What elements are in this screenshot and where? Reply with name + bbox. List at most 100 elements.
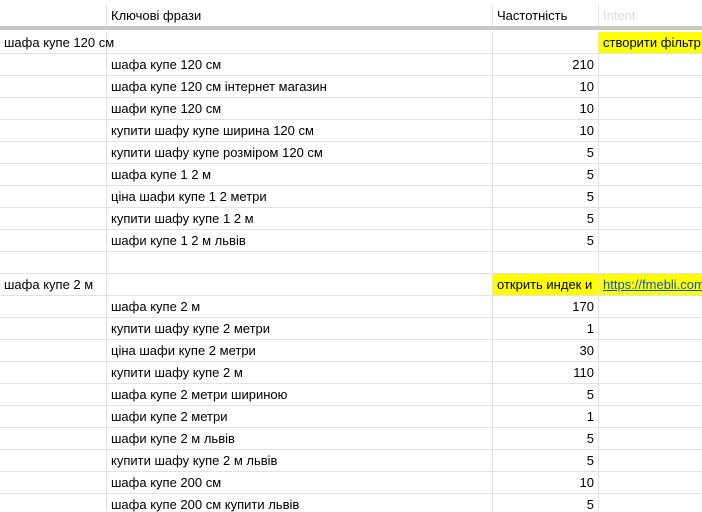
group-label-cell[interactable]: шафа купе 120 см (0, 32, 114, 54)
empty-cell[interactable] (599, 318, 702, 340)
keyword-cell[interactable]: купити шафу купе 2 м львів (107, 450, 493, 472)
empty-cell[interactable] (599, 362, 702, 384)
frequency-cell[interactable]: 1 (493, 318, 599, 340)
empty-cell[interactable] (599, 384, 702, 406)
frequency-cell[interactable]: 170 (493, 296, 599, 318)
header-cell-a[interactable] (0, 5, 107, 27)
empty-cell[interactable] (0, 120, 107, 142)
frequency-cell[interactable]: 5 (493, 494, 599, 512)
keyword-cell[interactable]: шафи купе 1 2 м львів (107, 230, 493, 252)
empty-cell[interactable] (0, 494, 107, 512)
empty-cell[interactable] (599, 406, 702, 428)
keyword-cell[interactable]: шафа купе 120 см (107, 54, 493, 76)
keyword-cell[interactable]: шафа купе 1 2 м (107, 164, 493, 186)
empty-cell[interactable] (599, 142, 702, 164)
empty-cell[interactable] (107, 274, 493, 296)
url-link[interactable]: https://fmebli.com (603, 277, 702, 292)
frequency-cell[interactable]: 5 (493, 428, 599, 450)
frequency-cell[interactable]: 10 (493, 472, 599, 494)
frequency-cell[interactable]: 10 (493, 120, 599, 142)
frequency-cell[interactable]: 5 (493, 230, 599, 252)
empty-cell[interactable] (0, 208, 107, 230)
empty-cell[interactable] (599, 494, 702, 512)
frequency-cell[interactable]: 210 (493, 54, 599, 76)
keyword-cell[interactable]: шафа купе 2 м (107, 296, 493, 318)
table-row: шафа купе 1 2 м 5 (0, 164, 702, 186)
keyword-cell[interactable]: шафи купе 2 метри (107, 406, 493, 428)
empty-cell[interactable] (599, 208, 702, 230)
empty-cell[interactable] (0, 76, 107, 98)
keyword-cell[interactable]: шафа купе 200 см купити львів (107, 494, 493, 512)
empty-cell[interactable] (599, 186, 702, 208)
frequency-cell[interactable]: 5 (493, 186, 599, 208)
keyword-cell[interactable]: ціна шафи купе 1 2 метри (107, 186, 493, 208)
empty-cell[interactable] (0, 142, 107, 164)
frequency-cell[interactable]: 10 (493, 98, 599, 120)
empty-cell[interactable] (599, 76, 702, 98)
note-cell[interactable]: открить индек и (493, 274, 599, 296)
keyword-cell[interactable]: шафа купе 120 см інтернет магазин (107, 76, 493, 98)
frequency-cell[interactable]: 5 (493, 164, 599, 186)
keyword-cell[interactable]: шафа купе 2 метри шириною (107, 384, 493, 406)
frequency-cell[interactable]: 30 (493, 340, 599, 362)
table-row: купити шафу купе розміром 120 см 5 (0, 142, 702, 164)
empty-cell[interactable] (0, 296, 107, 318)
frequency-cell[interactable]: 1 (493, 406, 599, 428)
table-row: купити шафу купе 1 2 м 5 (0, 208, 702, 230)
keyword-cell[interactable]: шафа купе 200 см (107, 472, 493, 494)
empty-cell[interactable] (599, 472, 702, 494)
empty-cell[interactable] (0, 340, 107, 362)
spreadsheet-grid: Ключові фрази Частотність Intent шафа ку… (0, 0, 702, 512)
empty-cell[interactable] (493, 252, 599, 274)
header-intent[interactable]: Intent (599, 5, 702, 27)
frequency-cell[interactable]: 5 (493, 450, 599, 472)
empty-cell[interactable] (0, 54, 107, 76)
empty-cell[interactable] (599, 296, 702, 318)
empty-cell[interactable] (599, 340, 702, 362)
empty-cell[interactable] (0, 428, 107, 450)
empty-cell[interactable] (0, 472, 107, 494)
keyword-cell[interactable]: купити шафу купе 1 2 м (107, 208, 493, 230)
link-cell[interactable]: https://fmebli.com (599, 274, 702, 296)
empty-cell[interactable] (599, 428, 702, 450)
empty-cell[interactable] (599, 252, 702, 274)
keyword-cell[interactable]: купити шафу купе розміром 120 см (107, 142, 493, 164)
empty-cell[interactable] (0, 164, 107, 186)
keyword-cell[interactable]: купити шафу купе ширина 120 см (107, 120, 493, 142)
empty-cell[interactable] (0, 384, 107, 406)
empty-cell[interactable] (0, 98, 107, 120)
empty-cell[interactable] (0, 406, 107, 428)
empty-cell[interactable] (599, 230, 702, 252)
frequency-cell[interactable]: 5 (493, 142, 599, 164)
keyword-cell[interactable]: шафи купе 120 см (107, 98, 493, 120)
empty-cell[interactable] (493, 32, 599, 54)
keyword-cell[interactable]: купити шафу купе 2 м (107, 362, 493, 384)
frequency-cell[interactable]: 5 (493, 208, 599, 230)
empty-cell[interactable] (0, 230, 107, 252)
frequency-cell[interactable]: 110 (493, 362, 599, 384)
empty-cell[interactable] (0, 252, 107, 274)
table-row: шафи купе 2 метри 1 (0, 406, 702, 428)
frequency-cell[interactable]: 10 (493, 76, 599, 98)
keyword-cell[interactable]: ціна шафи купе 2 метри (107, 340, 493, 362)
keyword-cell[interactable]: купити шафу купе 2 метри (107, 318, 493, 340)
empty-cell[interactable] (599, 450, 702, 472)
note-cell[interactable]: створити фільтр (599, 32, 702, 54)
header-frequency[interactable]: Частотність (493, 5, 599, 27)
table-row: шафи купе 120 см 10 (0, 98, 702, 120)
empty-cell[interactable] (0, 186, 107, 208)
empty-cell[interactable] (0, 362, 107, 384)
empty-cell[interactable] (599, 98, 702, 120)
empty-cell[interactable] (107, 32, 493, 54)
empty-cell[interactable] (599, 54, 702, 76)
frequency-cell[interactable]: 5 (493, 384, 599, 406)
frozen-row-divider[interactable] (0, 26, 702, 30)
empty-cell[interactable] (599, 120, 702, 142)
keyword-cell[interactable]: шафи купе 2 м львів (107, 428, 493, 450)
empty-cell[interactable] (107, 252, 493, 274)
empty-cell[interactable] (0, 450, 107, 472)
empty-cell[interactable] (0, 318, 107, 340)
empty-cell[interactable] (599, 164, 702, 186)
header-keywords[interactable]: Ключові фрази (107, 5, 493, 27)
group-label-cell[interactable]: шафа купе 2 м (0, 274, 107, 296)
